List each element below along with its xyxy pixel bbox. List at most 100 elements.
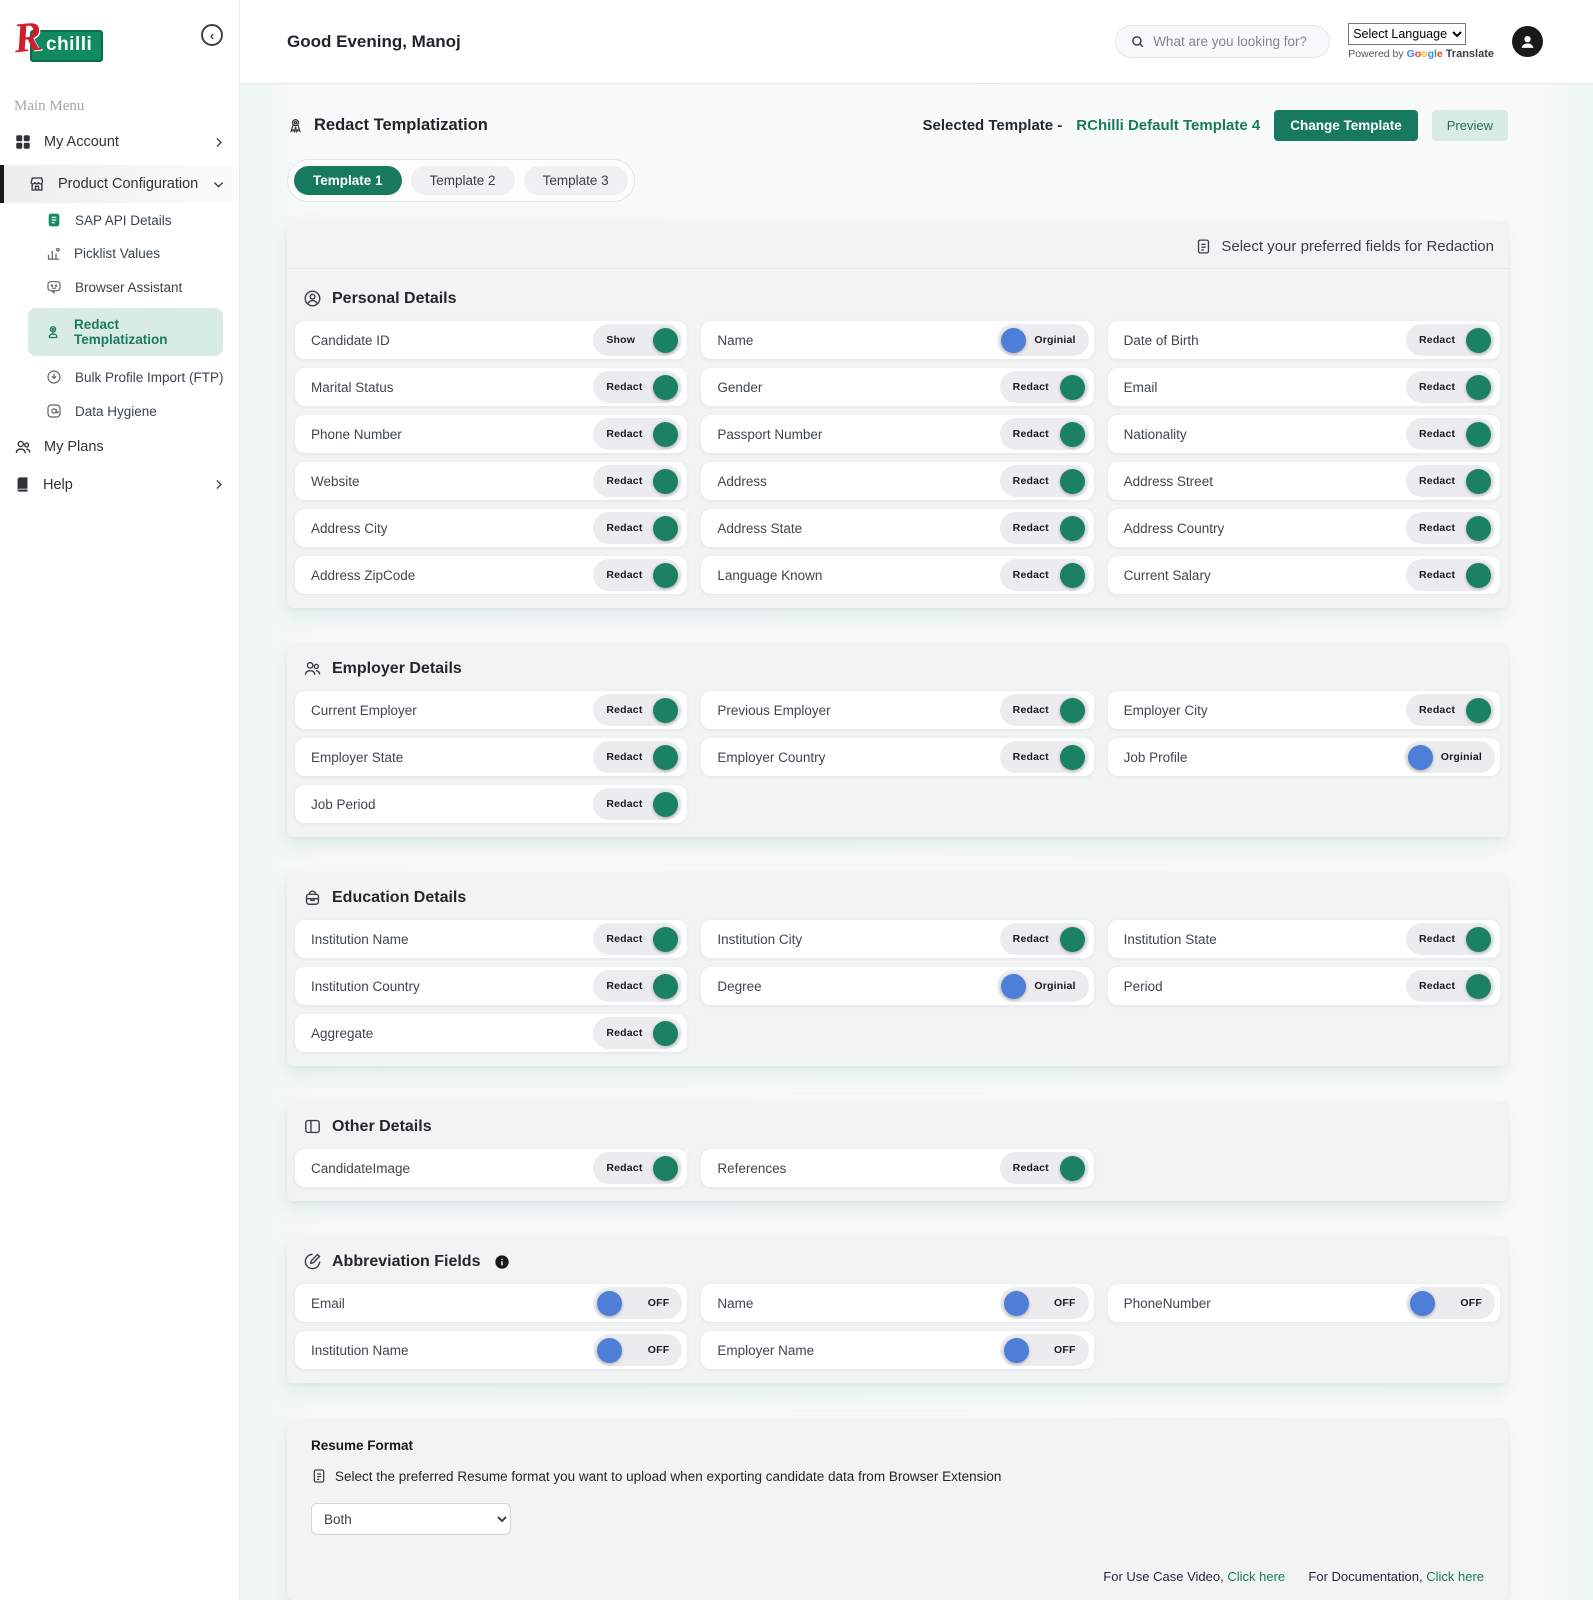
toggle-redact[interactable]: Redact [593,371,682,403]
avatar[interactable] [1512,26,1543,57]
field-label: Institution Name [311,932,409,947]
toggle-redact[interactable]: Redact [593,741,682,773]
toggle-knob [1001,328,1026,353]
preview-button[interactable]: Preview [1432,110,1508,141]
toggle-redact[interactable]: Redact [593,418,682,450]
field-row-job-period: Job PeriodRedact [295,785,687,823]
toggle-redact[interactable]: Redact [1406,324,1495,356]
toggle-state-label: Redact [606,933,642,945]
sidebar-item-help[interactable]: Help [0,466,239,503]
toggle-state-label: Redact [1419,569,1455,581]
toggle-redact[interactable]: Redact [1000,1152,1089,1184]
sidebar-item-my-account[interactable]: My Account [0,123,239,161]
sidebar-item-my-plans[interactable]: My Plans [0,428,239,466]
toggle-knob [653,422,678,447]
sidebar-item-bulk-profile-import-ftp[interactable]: Bulk Profile Import (FTP) [0,360,239,394]
section-header-abbreviation-fields: Abbreviation Fields [295,1236,1500,1284]
field-label: Institution Name [311,1343,409,1358]
rchilli-logo: R chilli [14,24,103,68]
info-icon[interactable] [494,1254,510,1270]
toggle-state-label: Redact [1013,475,1049,487]
toggle-redact[interactable]: Redact [1406,559,1495,591]
toggle-redact[interactable]: Redact [593,694,682,726]
sidebar-item-browser-assistant[interactable]: Browser Assistant [0,270,239,304]
sidebar-item-redact-templatization[interactable]: Redact Templatization [28,308,223,356]
language-select[interactable]: Select Language [1348,23,1466,45]
toggle-state-label: Orginial [1034,980,1075,992]
toggle-knob [653,375,678,400]
toggle-off[interactable]: OFF [1000,1334,1089,1366]
toggle-redact[interactable]: Redact [1000,923,1089,955]
toggle-off[interactable]: OFF [1000,1287,1089,1319]
field-label: Institution City [717,932,802,947]
toggle-redact[interactable]: Redact [1000,559,1089,591]
field-row-address-city: Address CityRedact [295,509,687,547]
field-row-address-street: Address StreetRedact [1108,462,1500,500]
resume-format-select[interactable]: Both [311,1503,511,1535]
toggle-knob [1060,927,1085,952]
documentation-link[interactable]: Click here [1426,1569,1484,1584]
field-label: Current Salary [1124,568,1211,583]
toggle-redact[interactable]: Redact [1406,694,1495,726]
toggle-state-label: OFF [1460,1297,1482,1309]
toggle-orginial[interactable]: Orginial [997,324,1088,356]
sidebar-collapse-button[interactable]: ‹ [201,24,223,46]
section-title: Personal Details [332,290,457,308]
toggle-redact[interactable]: Redact [593,1152,682,1184]
field-label: Marital Status [311,380,394,395]
toggle-redact[interactable]: Redact [593,970,682,1002]
section-other-details: Other Details CandidateImageRedactRefere… [287,1101,1508,1201]
search-input[interactable] [1153,34,1315,49]
stamp-icon [45,324,61,340]
toggle-redact[interactable]: Redact [1406,465,1495,497]
toggle-off[interactable]: OFF [593,1287,682,1319]
toggle-redact[interactable]: Redact [1000,694,1089,726]
toggle-redact[interactable]: Redact [593,788,682,820]
sidebar-item-picklist-values[interactable]: Picklist Values [0,237,239,270]
toggle-orginial[interactable]: Orginial [1404,741,1495,773]
sidebar-item-product-configuration[interactable]: Product Configuration [0,165,239,203]
toggle-orginial[interactable]: Orginial [997,970,1088,1002]
sidebar-item-label: Help [43,477,200,493]
toggle-show[interactable]: Show [593,324,682,356]
field-label: Language Known [717,568,822,583]
change-template-button[interactable]: Change Template [1274,110,1418,141]
field-row-candidateimage: CandidateImage Redact [295,1149,687,1187]
toggle-redact[interactable]: Redact [1000,465,1089,497]
toggle-redact[interactable]: Redact [593,559,682,591]
tab-template-1[interactable]: Template 1 [294,166,402,195]
section-abbreviation-fields: Abbreviation Fields EmailOFFNameOFFPhone… [287,1236,1508,1383]
field-label: Phone Number [311,427,402,442]
toggle-redact[interactable]: Redact [1000,512,1089,544]
field-label: Previous Employer [717,703,830,718]
use-case-video-link[interactable]: Click here [1227,1569,1285,1584]
search-box[interactable] [1115,25,1330,58]
field-row-employer-name: Employer NameOFF [701,1331,1093,1369]
toggle-redact[interactable]: Redact [1000,371,1089,403]
toggle-redact[interactable]: Redact [593,465,682,497]
toggle-redact[interactable]: Redact [593,923,682,955]
selected-template-label: Selected Template - [923,117,1063,134]
toggle-redact[interactable]: Redact [1000,418,1089,450]
field-label: CandidateImage [311,1161,410,1176]
sidebar-item-data-hygiene[interactable]: Data Hygiene [0,394,239,428]
toggle-redact[interactable]: Redact [1000,741,1089,773]
toggle-redact[interactable]: Redact [1406,371,1495,403]
toggle-off[interactable]: OFF [593,1334,682,1366]
toggle-redact[interactable]: Redact [1406,418,1495,450]
sidebar-item-sap-api-details[interactable]: SAP API Details [0,203,239,237]
tab-template-2[interactable]: Template 2 [411,166,515,195]
toggle-redact[interactable]: Redact [1406,970,1495,1002]
toggle-redact[interactable]: Redact [593,512,682,544]
field-row-gender: GenderRedact [701,368,1093,406]
section-personal-details: Select your preferred fields for Redacti… [287,221,1508,608]
toggle-state-label: Redact [1013,428,1049,440]
selected-template-link[interactable]: RChilli Default Template 4 [1076,117,1260,134]
field-row-institution-state: Institution StateRedact [1108,920,1500,958]
tab-template-3[interactable]: Template 3 [524,166,628,195]
toggle-redact[interactable]: Redact [1406,923,1495,955]
toggle-redact[interactable]: Redact [1406,512,1495,544]
toggle-redact[interactable]: Redact [593,1017,682,1049]
toggle-off[interactable]: OFF [1406,1287,1495,1319]
toggle-state-label: Redact [1013,704,1049,716]
